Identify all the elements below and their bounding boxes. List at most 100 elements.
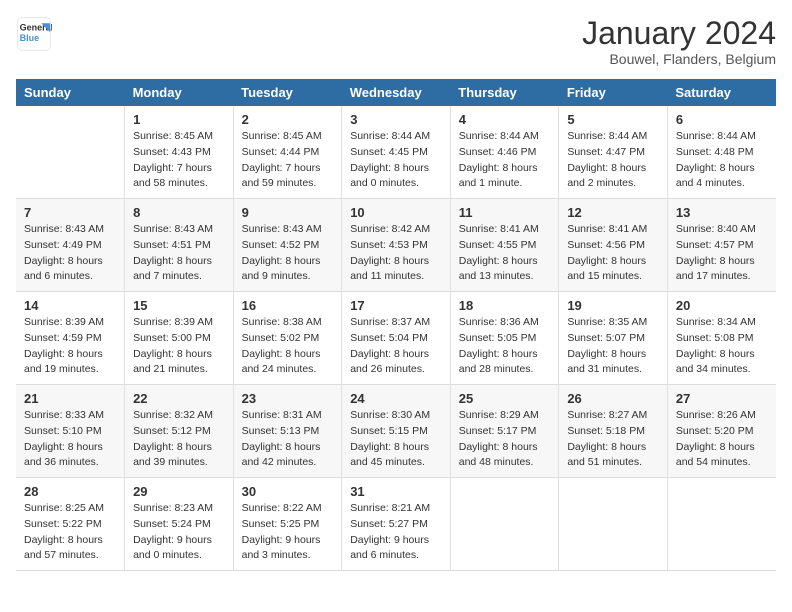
day-number: 24 — [350, 391, 442, 406]
day-number: 10 — [350, 205, 442, 220]
logo: General Blue — [16, 16, 52, 52]
calendar-cell: 23 Sunrise: 8:31 AMSunset: 5:13 PMDayligh… — [233, 385, 342, 478]
weekday-header-saturday: Saturday — [667, 79, 776, 106]
calendar-cell: 4 Sunrise: 8:44 AMSunset: 4:46 PMDaylight… — [450, 106, 559, 199]
svg-text:Blue: Blue — [20, 33, 40, 43]
day-number: 8 — [133, 205, 225, 220]
day-number: 27 — [676, 391, 768, 406]
day-number: 1 — [133, 112, 225, 127]
day-number: 22 — [133, 391, 225, 406]
day-detail: Sunrise: 8:36 AMSunset: 5:05 PMDaylight:… — [459, 315, 551, 378]
calendar-cell — [450, 478, 559, 571]
week-row-1: 1 Sunrise: 8:45 AMSunset: 4:43 PMDaylight… — [16, 106, 776, 199]
calendar-cell — [559, 478, 668, 571]
week-row-5: 28Sunrise: 8:25 AMSunset: 5:22 PMDayligh… — [16, 478, 776, 571]
day-detail: Sunrise: 8:33 AMSunset: 5:10 PMDaylight:… — [24, 408, 116, 471]
calendar-cell: 2 Sunrise: 8:45 AMSunset: 4:44 PMDaylight… — [233, 106, 342, 199]
day-detail: Sunrise: 8:29 AMSunset: 5:17 PMDaylight:… — [459, 408, 551, 471]
day-number: 18 — [459, 298, 551, 313]
day-number: 6 — [676, 112, 768, 127]
day-detail: Sunrise: 8:45 AMSunset: 4:44 PMDaylight:… — [242, 129, 334, 192]
calendar-cell: 5 Sunrise: 8:44 AMSunset: 4:47 PMDaylight… — [559, 106, 668, 199]
calendar-cell: 9Sunrise: 8:43 AMSunset: 4:52 PMDaylight… — [233, 199, 342, 292]
calendar-cell: 1 Sunrise: 8:45 AMSunset: 4:43 PMDaylight… — [125, 106, 234, 199]
day-number: 30 — [242, 484, 334, 499]
weekday-header-row: SundayMondayTuesdayWednesdayThursdayFrid… — [16, 79, 776, 106]
weekday-header-friday: Friday — [559, 79, 668, 106]
week-row-3: 14 Sunrise: 8:39 AMSunset: 4:59 PMDayligh… — [16, 292, 776, 385]
day-detail: Sunrise: 8:32 AMSunset: 5:12 PMDaylight:… — [133, 408, 225, 471]
day-number: 4 — [459, 112, 551, 127]
day-number: 25 — [459, 391, 551, 406]
calendar-body: 1 Sunrise: 8:45 AMSunset: 4:43 PMDaylight… — [16, 106, 776, 571]
calendar-cell: 13 Sunrise: 8:40 AMSunset: 4:57 PMDayligh… — [667, 199, 776, 292]
day-detail: Sunrise: 8:30 AMSunset: 5:15 PMDaylight:… — [350, 408, 442, 471]
day-detail: Sunrise: 8:41 AMSunset: 4:55 PMDaylight:… — [459, 222, 551, 285]
day-number: 29 — [133, 484, 225, 499]
day-number: 7 — [24, 205, 116, 220]
day-detail: Sunrise: 8:43 AMSunset: 4:51 PMDaylight:… — [133, 222, 225, 285]
weekday-header-thursday: Thursday — [450, 79, 559, 106]
day-detail: Sunrise: 8:27 AMSunset: 5:18 PMDaylight:… — [567, 408, 659, 471]
day-number: 15 — [133, 298, 225, 313]
calendar-cell: 15Sunrise: 8:39 AMSunset: 5:00 PMDayligh… — [125, 292, 234, 385]
title-block: January 2024 Bouwel, Flanders, Belgium — [582, 16, 776, 67]
calendar-cell: 29Sunrise: 8:23 AMSunset: 5:24 PMDayligh… — [125, 478, 234, 571]
weekday-header-wednesday: Wednesday — [342, 79, 451, 106]
day-detail: Sunrise: 8:44 AMSunset: 4:48 PMDaylight:… — [676, 129, 768, 192]
calendar-cell: 22 Sunrise: 8:32 AMSunset: 5:12 PMDayligh… — [125, 385, 234, 478]
calendar-cell: 30 Sunrise: 8:22 AMSunset: 5:25 PMDayligh… — [233, 478, 342, 571]
day-detail: Sunrise: 8:41 AMSunset: 4:56 PMDaylight:… — [567, 222, 659, 285]
day-detail: Sunrise: 8:42 AMSunset: 4:53 PMDaylight:… — [350, 222, 442, 285]
calendar-cell: 18 Sunrise: 8:36 AMSunset: 5:05 PMDayligh… — [450, 292, 559, 385]
day-number: 3 — [350, 112, 442, 127]
calendar-cell: 24 Sunrise: 8:30 AMSunset: 5:15 PMDayligh… — [342, 385, 451, 478]
calendar-cell: 20 Sunrise: 8:34 AMSunset: 5:08 PMDayligh… — [667, 292, 776, 385]
calendar-cell — [16, 106, 125, 199]
day-number: 26 — [567, 391, 659, 406]
day-detail: Sunrise: 8:38 AMSunset: 5:02 PMDaylight:… — [242, 315, 334, 378]
weekday-header-sunday: Sunday — [16, 79, 125, 106]
location: Bouwel, Flanders, Belgium — [582, 51, 776, 67]
day-detail: Sunrise: 8:26 AMSunset: 5:20 PMDaylight:… — [676, 408, 768, 471]
day-number: 17 — [350, 298, 442, 313]
calendar-cell: 12Sunrise: 8:41 AMSunset: 4:56 PMDayligh… — [559, 199, 668, 292]
day-number: 19 — [567, 298, 659, 313]
calendar-cell: 25 Sunrise: 8:29 AMSunset: 5:17 PMDayligh… — [450, 385, 559, 478]
calendar-cell: 8 Sunrise: 8:43 AMSunset: 4:51 PMDaylight… — [125, 199, 234, 292]
day-detail: Sunrise: 8:44 AMSunset: 4:47 PMDaylight:… — [567, 129, 659, 192]
week-row-4: 21Sunrise: 8:33 AMSunset: 5:10 PMDayligh… — [16, 385, 776, 478]
day-detail: Sunrise: 8:35 AMSunset: 5:07 PMDaylight:… — [567, 315, 659, 378]
calendar-cell: 17 Sunrise: 8:37 AMSunset: 5:04 PMDayligh… — [342, 292, 451, 385]
logo-icon: General Blue — [16, 16, 52, 52]
month-title: January 2024 — [582, 16, 776, 51]
day-detail: Sunrise: 8:44 AMSunset: 4:46 PMDaylight:… — [459, 129, 551, 192]
day-number: 13 — [676, 205, 768, 220]
page-header: General Blue January 2024 Bouwel, Flande… — [16, 16, 776, 67]
day-number: 20 — [676, 298, 768, 313]
calendar-cell: 6 Sunrise: 8:44 AMSunset: 4:48 PMDaylight… — [667, 106, 776, 199]
day-detail: Sunrise: 8:44 AMSunset: 4:45 PMDaylight:… — [350, 129, 442, 192]
calendar-cell: 19 Sunrise: 8:35 AMSunset: 5:07 PMDayligh… — [559, 292, 668, 385]
day-number: 14 — [24, 298, 116, 313]
day-number: 2 — [242, 112, 334, 127]
calendar-cell: 31Sunrise: 8:21 AMSunset: 5:27 PMDayligh… — [342, 478, 451, 571]
day-detail: Sunrise: 8:22 AMSunset: 5:25 PMDaylight:… — [242, 501, 334, 564]
calendar-cell: 7 Sunrise: 8:43 AMSunset: 4:49 PMDaylight… — [16, 199, 125, 292]
day-number: 31 — [350, 484, 442, 499]
calendar-cell — [667, 478, 776, 571]
day-detail: Sunrise: 8:37 AMSunset: 5:04 PMDaylight:… — [350, 315, 442, 378]
day-detail: Sunrise: 8:40 AMSunset: 4:57 PMDaylight:… — [676, 222, 768, 285]
day-detail: Sunrise: 8:31 AMSunset: 5:13 PMDaylight:… — [242, 408, 334, 471]
calendar-cell: 16Sunrise: 8:38 AMSunset: 5:02 PMDayligh… — [233, 292, 342, 385]
day-number: 23 — [242, 391, 334, 406]
day-detail: Sunrise: 8:45 AMSunset: 4:43 PMDaylight:… — [133, 129, 225, 192]
day-number: 5 — [567, 112, 659, 127]
calendar-cell: 11Sunrise: 8:41 AMSunset: 4:55 PMDayligh… — [450, 199, 559, 292]
day-detail: Sunrise: 8:34 AMSunset: 5:08 PMDaylight:… — [676, 315, 768, 378]
calendar-table: SundayMondayTuesdayWednesdayThursdayFrid… — [16, 79, 776, 571]
day-detail: Sunrise: 8:43 AMSunset: 4:49 PMDaylight:… — [24, 222, 116, 285]
calendar-cell: 26 Sunrise: 8:27 AMSunset: 5:18 PMDayligh… — [559, 385, 668, 478]
day-detail: Sunrise: 8:39 AMSunset: 4:59 PMDaylight:… — [24, 315, 116, 378]
calendar-cell: 21Sunrise: 8:33 AMSunset: 5:10 PMDayligh… — [16, 385, 125, 478]
